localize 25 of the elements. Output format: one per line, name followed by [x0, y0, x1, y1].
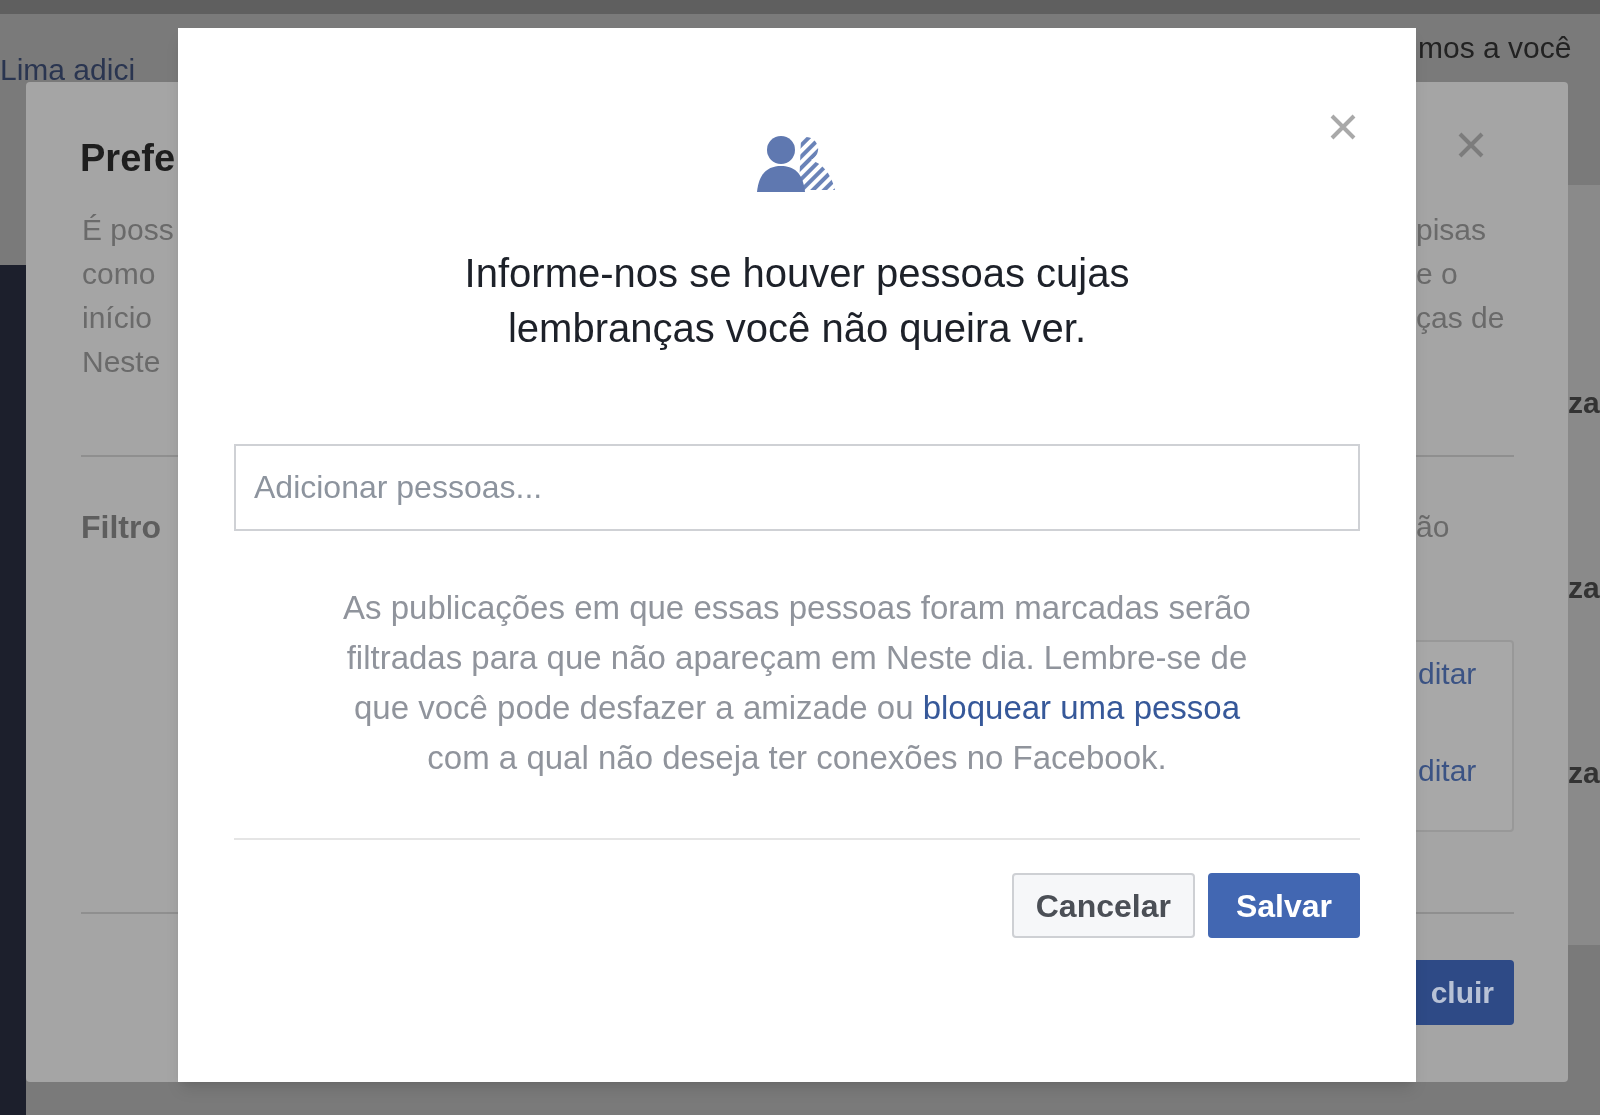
edit-link[interactable]: ditar: [1418, 751, 1477, 791]
description-text: Neste: [82, 344, 161, 380]
block-person-link[interactable]: bloquear uma pessoa: [922, 689, 1241, 726]
option-label: ão: [1416, 509, 1450, 545]
story-text: Lima adici: [0, 52, 136, 88]
close-icon[interactable]: [1456, 130, 1486, 160]
story-text: za: [1568, 570, 1600, 606]
story-text: za: [1568, 385, 1600, 421]
dialog-title: Prefe: [80, 136, 176, 181]
description-text: e o: [1416, 256, 1458, 292]
edit-link[interactable]: ditar: [1418, 654, 1477, 694]
description-text: ças de: [1416, 300, 1505, 336]
save-button[interactable]: Salvar: [1207, 873, 1360, 938]
description-text: pisas: [1416, 212, 1487, 248]
description-text: como: [82, 256, 156, 292]
search-field[interactable]: Adicionar pessoas...: [234, 444, 1360, 531]
close-icon[interactable]: [1328, 112, 1358, 142]
description-text: início: [82, 300, 153, 336]
dialog-heading: Informe-nos se houver pessoas cujas lembranças você não queira ver.: [463, 250, 1131, 352]
story-text: za: [1568, 755, 1600, 791]
story-text: mos a você: [1418, 30, 1572, 66]
cancel-button[interactable]: Cancelar: [1011, 873, 1195, 938]
description-text: É poss: [82, 212, 174, 248]
info-text: As publicações em que essas pessoas foram marcadas serão filtradas para que não apareçam em Neste dia. Lembre-se de que você pode desfazer a amizade ou bloquear uma pessoa com a qual não deseja ter conexões no Facebook.: [342, 588, 1252, 778]
section-title: Filtro: [81, 508, 161, 547]
